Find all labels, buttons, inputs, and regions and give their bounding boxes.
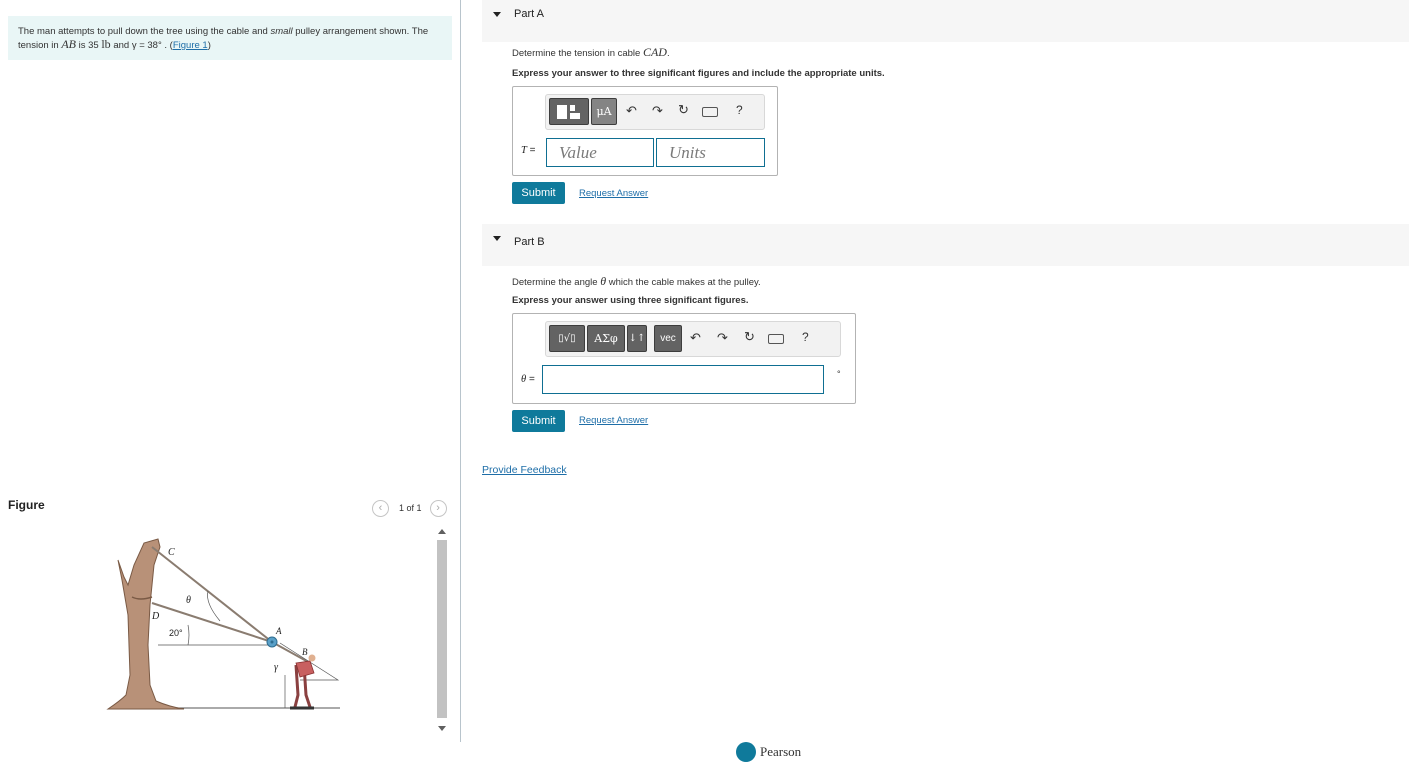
provide-feedback-link[interactable]: Provide Feedback [482,464,567,476]
figure-label-theta: θ [186,595,191,606]
problem-text-3: is 35 [75,40,102,51]
part-b-question-suffix: which the cable makes at the pulley. [606,277,761,288]
redo-icon[interactable]: ↷ [652,103,663,119]
units-button[interactable]: μA [591,98,617,125]
problem-text-5: ) [207,40,211,51]
part-b-title: Part B [514,236,545,248]
caret-down-icon [493,236,501,241]
problem-statement: The man attempts to pull down the tree u… [8,16,452,60]
value-input[interactable]: Value [546,138,654,167]
units-input[interactable]: Units [656,138,765,167]
part-b-request-answer-link[interactable]: Request Answer [579,415,648,426]
part-a-submit-button[interactable]: Submit [512,182,565,204]
part-a-instruction: Express your answer to three significant… [512,68,885,79]
help-icon[interactable]: ? [736,103,743,117]
caret-down-icon [493,12,501,17]
figure-label-angle: 20° [169,628,183,638]
greek-button[interactable]: ΑΣφ [587,325,625,352]
keyboard-icon[interactable] [768,334,784,344]
figure-counter: 1 of 1 [399,503,422,513]
part-a-title: Part A [514,8,544,20]
vector-button[interactable]: vec [654,325,682,352]
figure-label-gamma: γ [274,662,279,673]
problem-text-italic: small [270,26,293,37]
part-a-request-answer-link[interactable]: Request Answer [579,188,648,199]
part-a-toolbar: μA ↶ ↷ ↻ ? [545,94,765,130]
part-b-toolbar: ▯√▯ ΑΣφ ↓↑ vec ↶ ↷ ↻ ? [545,321,841,357]
arrows-button[interactable]: ↓↑ [627,325,647,352]
angle-input[interactable] [542,365,824,394]
part-b-instruction: Express your answer using three signific… [512,295,749,306]
help-icon[interactable]: ? [802,330,809,344]
part-b-question-prefix: Determine the angle [512,277,601,288]
part-b-var-label: θ = [521,374,535,385]
part-a-answer-box: μA ↶ ↷ ↻ ? T = Value Units [512,86,778,176]
reset-icon[interactable]: ↻ [744,329,755,345]
panel-divider [460,0,461,742]
scrollbar-thumb[interactable] [437,540,447,718]
pearson-wordmark: Pearson [760,744,802,759]
degree-unit: ° [837,369,841,379]
pearson-logo-icon [736,742,756,762]
keyboard-icon[interactable] [702,107,718,117]
next-figure-button[interactable]: › [429,499,447,517]
figure-label-b: B [302,647,308,657]
figure-label-c: C [168,547,175,558]
templates-button[interactable] [549,98,589,125]
problem-text-1: The man attempts to pull down the tree u… [18,26,271,37]
part-a-question-var: CAD [642,45,667,59]
part-b-header[interactable]: Part B [482,224,1409,266]
templates-button[interactable]: ▯√▯ [549,325,585,352]
part-b-answer-box: ▯√▯ ΑΣφ ↓↑ vec ↶ ↷ ↻ ? θ = [512,313,856,404]
part-a-header[interactable]: Part A [482,0,1409,42]
figure-navigation: ‹ 1 of 1 › [372,499,447,517]
problem-segment: AB [61,37,76,51]
reset-icon[interactable]: ↻ [678,102,689,118]
problem-unit: lb [101,37,111,51]
problem-text-4: and γ = 38° . ( [110,40,173,51]
figure-label-d: D [151,611,160,622]
figure-link[interactable]: Figure 1 [173,40,208,51]
undo-icon[interactable]: ↶ [626,103,637,119]
part-a-var-label: T = [521,145,535,156]
chevron-right-icon: › [436,502,440,514]
tree-pulley-figure: C D A B θ γ 20° [106,538,340,710]
figure-title: Figure [8,498,45,512]
chevron-left-icon: ‹ [378,502,383,514]
part-a-question: Determine the tension in cable CAD. [512,45,670,60]
scroll-down-icon[interactable] [438,726,446,731]
part-a-question-prefix: Determine the tension in cable [512,48,643,59]
part-b-equals: = [526,374,535,385]
part-a-equals: = [526,145,536,156]
part-b-question: Determine the angle θ which the cable ma… [512,274,761,289]
scroll-up-icon[interactable] [438,529,446,534]
redo-icon[interactable]: ↷ [717,330,728,346]
part-a-question-suffix: . [666,48,670,59]
left-panel: The man attempts to pull down the tree u… [0,0,461,755]
pearson-logo: Pearson [736,742,801,762]
part-b-submit-button[interactable]: Submit [512,410,565,432]
figure-scrollbar[interactable] [435,524,449,738]
prev-figure-button[interactable]: ‹ [372,499,389,517]
templates-icon [557,104,580,119]
undo-icon[interactable]: ↶ [690,330,701,346]
figure-label-a: A [275,626,282,636]
